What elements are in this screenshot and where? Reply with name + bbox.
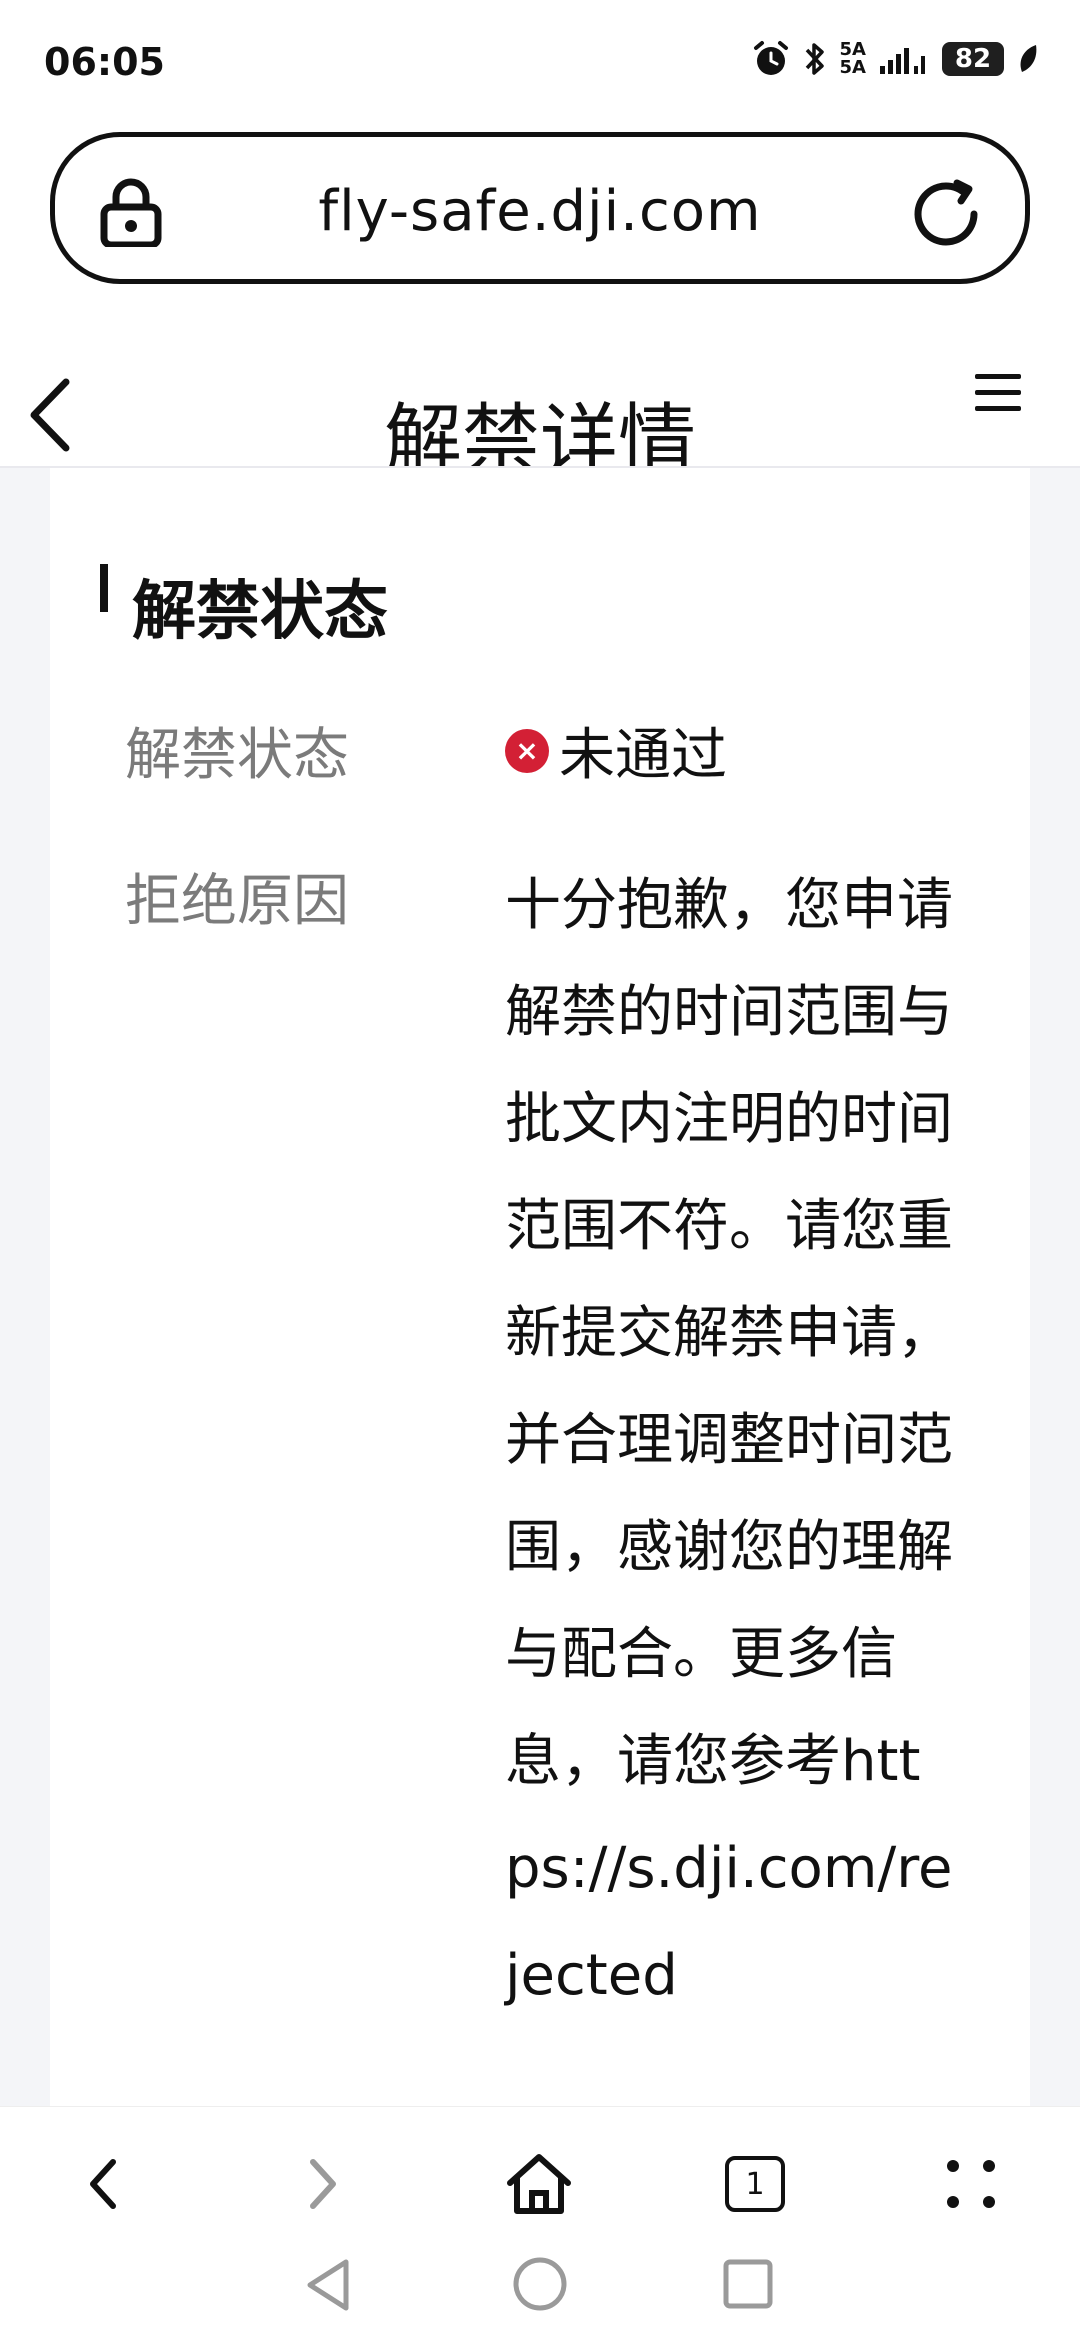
- bluetooth-icon: [805, 43, 824, 75]
- page-header: 解禁详情: [0, 340, 1080, 486]
- page: 06:05 5A 5A 82 fly-safe.dji.com 解禁详情 解禁状…: [0, 0, 1080, 2330]
- url-text[interactable]: fly-safe.dji.com: [55, 179, 1025, 244]
- menu-icon[interactable]: [972, 370, 1024, 416]
- more-icon: [947, 2160, 995, 2208]
- network-label-bottom: 5A: [839, 57, 866, 78]
- nav-back-icon[interactable]: [304, 2256, 352, 2314]
- bottom-toolbar: 1: [0, 2106, 1080, 2256]
- detail-card: 解禁状态 解禁状态 × 未通过 拒绝原因 十分抱歉，您申请解禁的时间范围与批文内…: [50, 468, 1030, 2108]
- reason-text: 十分抱歉，您申请解禁的时间范围与批文内注明的时间范围不符。请您重新提交解禁申请，…: [505, 873, 953, 2008]
- toolbar-home-button[interactable]: [494, 2139, 584, 2229]
- alarm-icon: [753, 41, 788, 75]
- status-label: 解禁状态: [125, 723, 349, 788]
- status-value: × 未通过: [505, 710, 727, 791]
- address-bar[interactable]: fly-safe.dji.com: [50, 132, 1030, 284]
- nav-recent-icon[interactable]: [722, 2258, 774, 2310]
- section-title: 解禁状态: [132, 575, 388, 649]
- back-icon: [90, 2159, 116, 2209]
- status-text: 未通过: [559, 723, 727, 788]
- leaf-icon: [1020, 45, 1037, 72]
- toolbar-more-button[interactable]: [926, 2139, 1016, 2229]
- status-bar: 06:05 5A 5A 82: [0, 0, 1080, 120]
- network-labels: 5A 5A: [840, 41, 866, 77]
- reason-label: 拒绝原因: [125, 869, 349, 934]
- toolbar-forward-button[interactable]: [278, 2139, 368, 2229]
- battery-icon: 82: [942, 42, 1004, 76]
- status-time: 06:05: [44, 40, 165, 84]
- rejected-x-icon: ×: [505, 728, 549, 773]
- toolbar-tabs-button[interactable]: 1: [710, 2139, 800, 2229]
- toolbar-back-button[interactable]: [58, 2139, 148, 2229]
- signal-icon: [880, 48, 925, 74]
- nav-home-icon[interactable]: [512, 2256, 568, 2312]
- tabs-icon: 1: [725, 2156, 785, 2212]
- reload-icon[interactable]: [907, 175, 985, 253]
- status-icons: 5A 5A 82: [752, 40, 1040, 78]
- forward-icon: [310, 2159, 336, 2209]
- home-icon: [507, 2154, 571, 2214]
- system-nav-bar: [0, 2240, 1080, 2330]
- section-marker: [100, 564, 108, 612]
